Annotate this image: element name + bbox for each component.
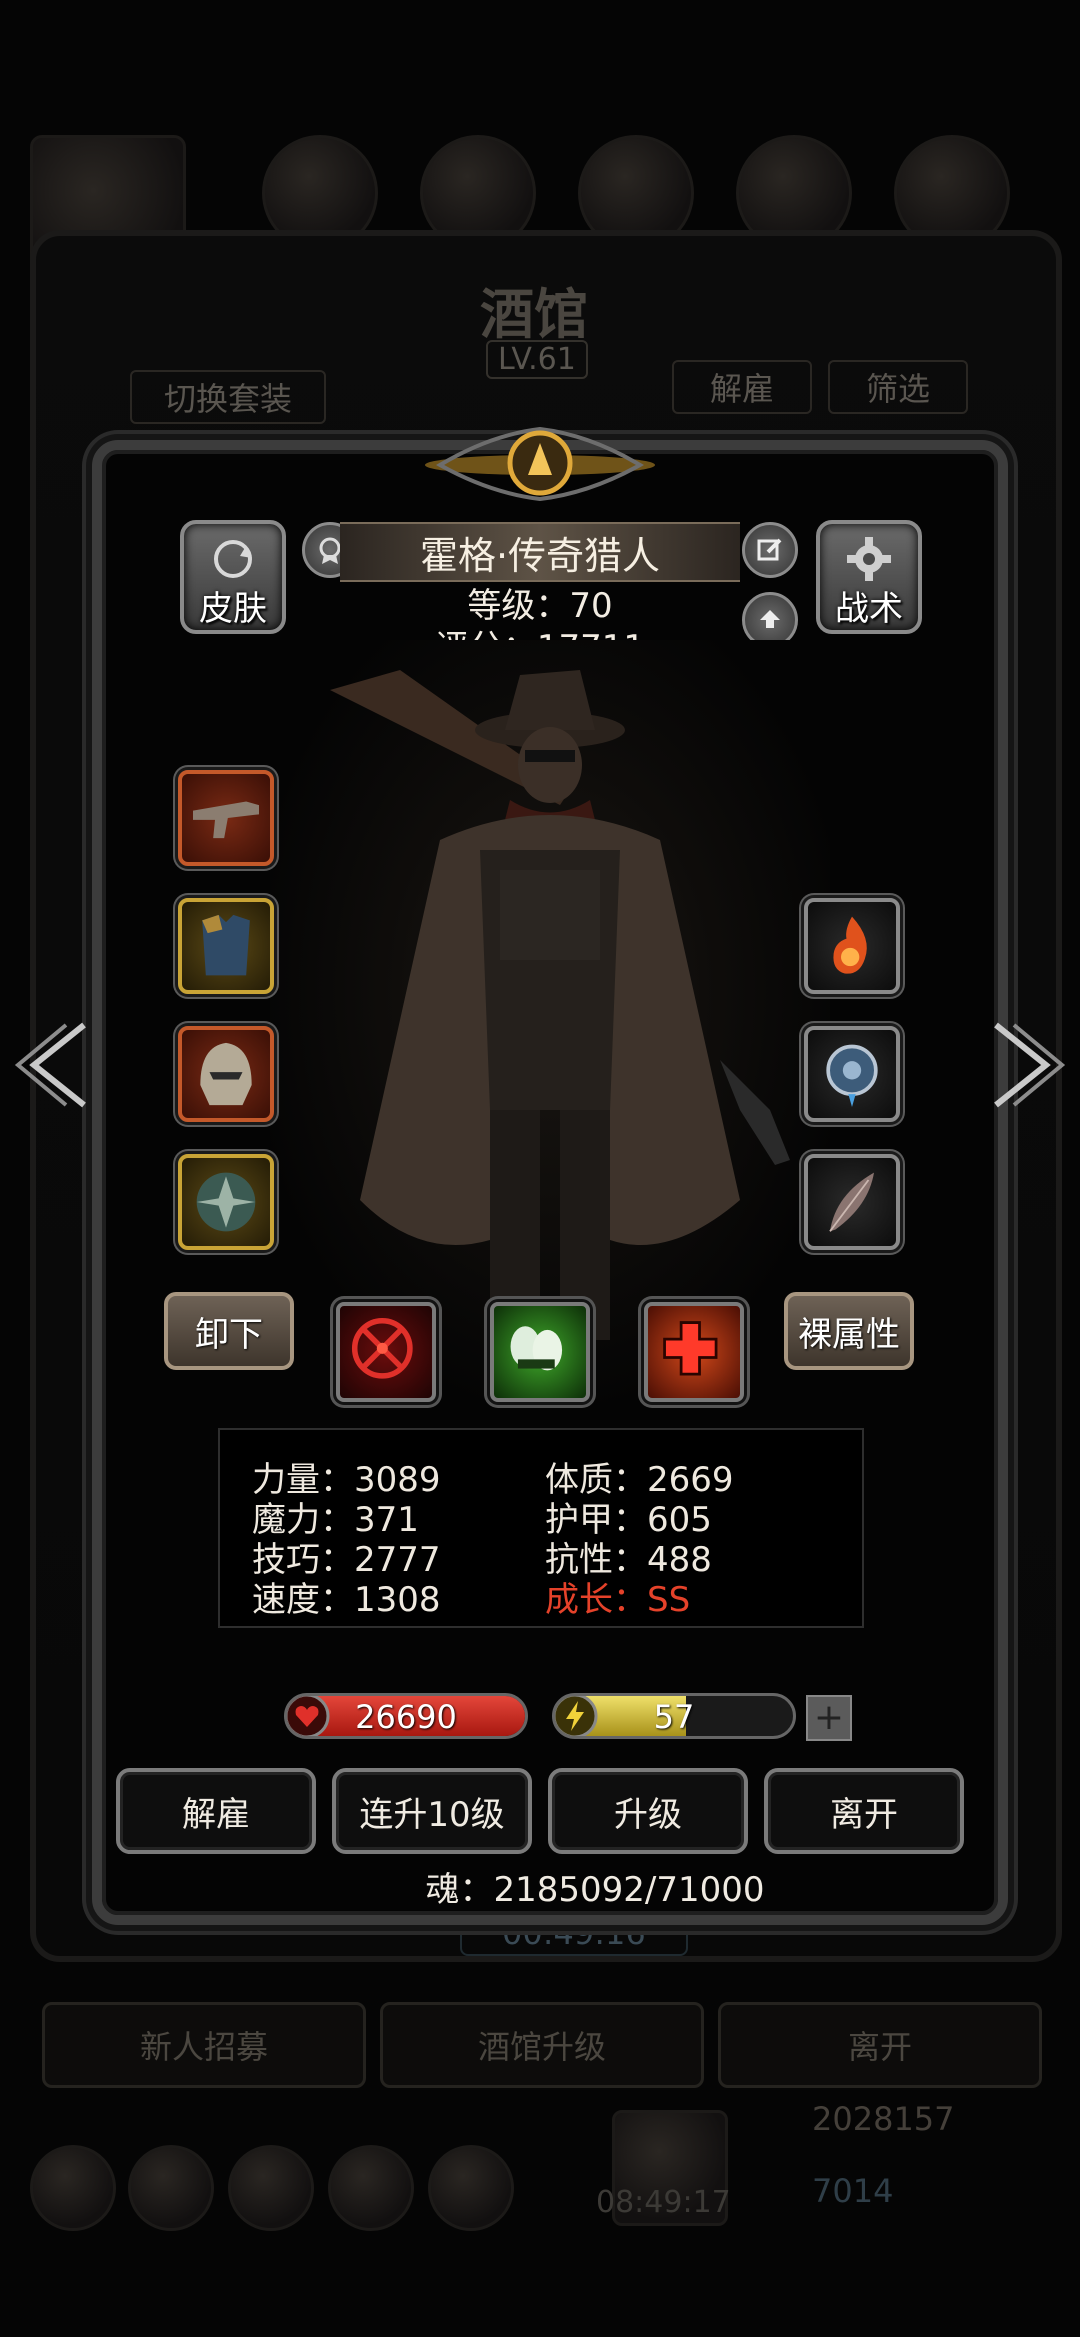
base-attributes-button[interactable]: 裸属性 bbox=[784, 1292, 914, 1370]
skill-slot-skulls[interactable] bbox=[490, 1302, 590, 1402]
bg-recruit-button: 新人招募 bbox=[42, 2002, 366, 2088]
twin-skull-icon bbox=[510, 1326, 563, 1371]
energy-value: 57 bbox=[653, 1698, 695, 1736]
previous-hero-arrow-icon[interactable] bbox=[14, 1015, 94, 1115]
dismiss-button[interactable]: 解雇 bbox=[116, 1768, 316, 1854]
health-cross-icon bbox=[663, 1321, 718, 1376]
hero-name: 霍格·传奇猎人 bbox=[340, 522, 740, 582]
feather-icon bbox=[829, 1172, 874, 1232]
level-up-10-button[interactable]: 连升10级 bbox=[332, 1768, 532, 1854]
level-up-button[interactable]: 升级 bbox=[548, 1768, 748, 1854]
add-energy-button[interactable]: + bbox=[806, 1695, 852, 1741]
soul-counter: 魂：2185092/71000 bbox=[425, 1870, 765, 1910]
crosshair-icon bbox=[351, 1317, 413, 1379]
tactics-label: 战术 bbox=[835, 589, 903, 629]
bg-switch-outfit: 切换套装 bbox=[130, 370, 327, 424]
fire-orb-icon bbox=[833, 916, 867, 974]
weapon-slot[interactable] bbox=[178, 770, 274, 866]
hp-bar: 26690 bbox=[284, 1693, 528, 1739]
tactics-button[interactable]: 战术 bbox=[816, 520, 922, 634]
bg-upgrade-tavern-button: 酒馆升级 bbox=[380, 2002, 704, 2088]
bg-nav-icon bbox=[328, 2145, 414, 2231]
bg-clock: 08:49:17 bbox=[596, 2185, 731, 2220]
bg-level: LV.61 bbox=[486, 340, 588, 379]
bg-nav-icon bbox=[228, 2145, 314, 2231]
bg-leave-button: 离开 bbox=[718, 2002, 1042, 2088]
bg-gems: 7014 bbox=[812, 2172, 894, 2210]
gear-icon bbox=[847, 537, 891, 581]
energy-bar: 57 bbox=[552, 1693, 796, 1739]
stats-panel: 力量：3089 体质：2669 魔力：371 护甲：605 技巧：2777 抗性… bbox=[218, 1428, 864, 1628]
bg-dismiss-tab: 解雇 bbox=[672, 360, 813, 414]
edit-name-icon[interactable] bbox=[742, 522, 798, 578]
bg-filter-tab: 筛选 bbox=[828, 360, 969, 414]
bg-nav-icon bbox=[30, 2145, 116, 2231]
stat-speed: 速度：1308 bbox=[252, 1580, 441, 1620]
armor-slot[interactable] bbox=[178, 898, 274, 994]
skill-slot-crosshair[interactable] bbox=[336, 1302, 436, 1402]
refresh-icon bbox=[214, 540, 252, 578]
amulet-icon bbox=[826, 1044, 878, 1107]
armor-icon bbox=[202, 914, 250, 976]
stat-growth: 成长：SS bbox=[545, 1580, 691, 1620]
hp-value: 26690 bbox=[355, 1698, 457, 1736]
skin-label: 皮肤 bbox=[199, 589, 267, 629]
skill-slot-heal[interactable] bbox=[644, 1302, 744, 1402]
bg-nav-icon bbox=[428, 2145, 514, 2231]
bg-title: 酒馆 bbox=[480, 283, 588, 346]
next-hero-arrow-icon[interactable] bbox=[986, 1015, 1066, 1115]
unequip-button[interactable]: 卸下 bbox=[164, 1292, 294, 1370]
amulet-slot[interactable] bbox=[804, 1026, 900, 1122]
dialog-emblem-icon bbox=[425, 426, 655, 502]
emblem-icon bbox=[196, 1172, 256, 1232]
leave-button[interactable]: 离开 bbox=[764, 1768, 964, 1854]
bg-gold: 2028157 bbox=[812, 2100, 955, 2138]
fire-orb-slot[interactable] bbox=[804, 898, 900, 994]
helmet-icon bbox=[200, 1042, 252, 1106]
skin-button[interactable]: 皮肤 bbox=[180, 520, 286, 634]
bg-nav-icon bbox=[128, 2145, 214, 2231]
helmet-slot[interactable] bbox=[178, 1026, 274, 1122]
pistol-icon bbox=[193, 801, 259, 839]
feather-slot[interactable] bbox=[804, 1154, 900, 1250]
shield-slot[interactable] bbox=[178, 1154, 274, 1250]
